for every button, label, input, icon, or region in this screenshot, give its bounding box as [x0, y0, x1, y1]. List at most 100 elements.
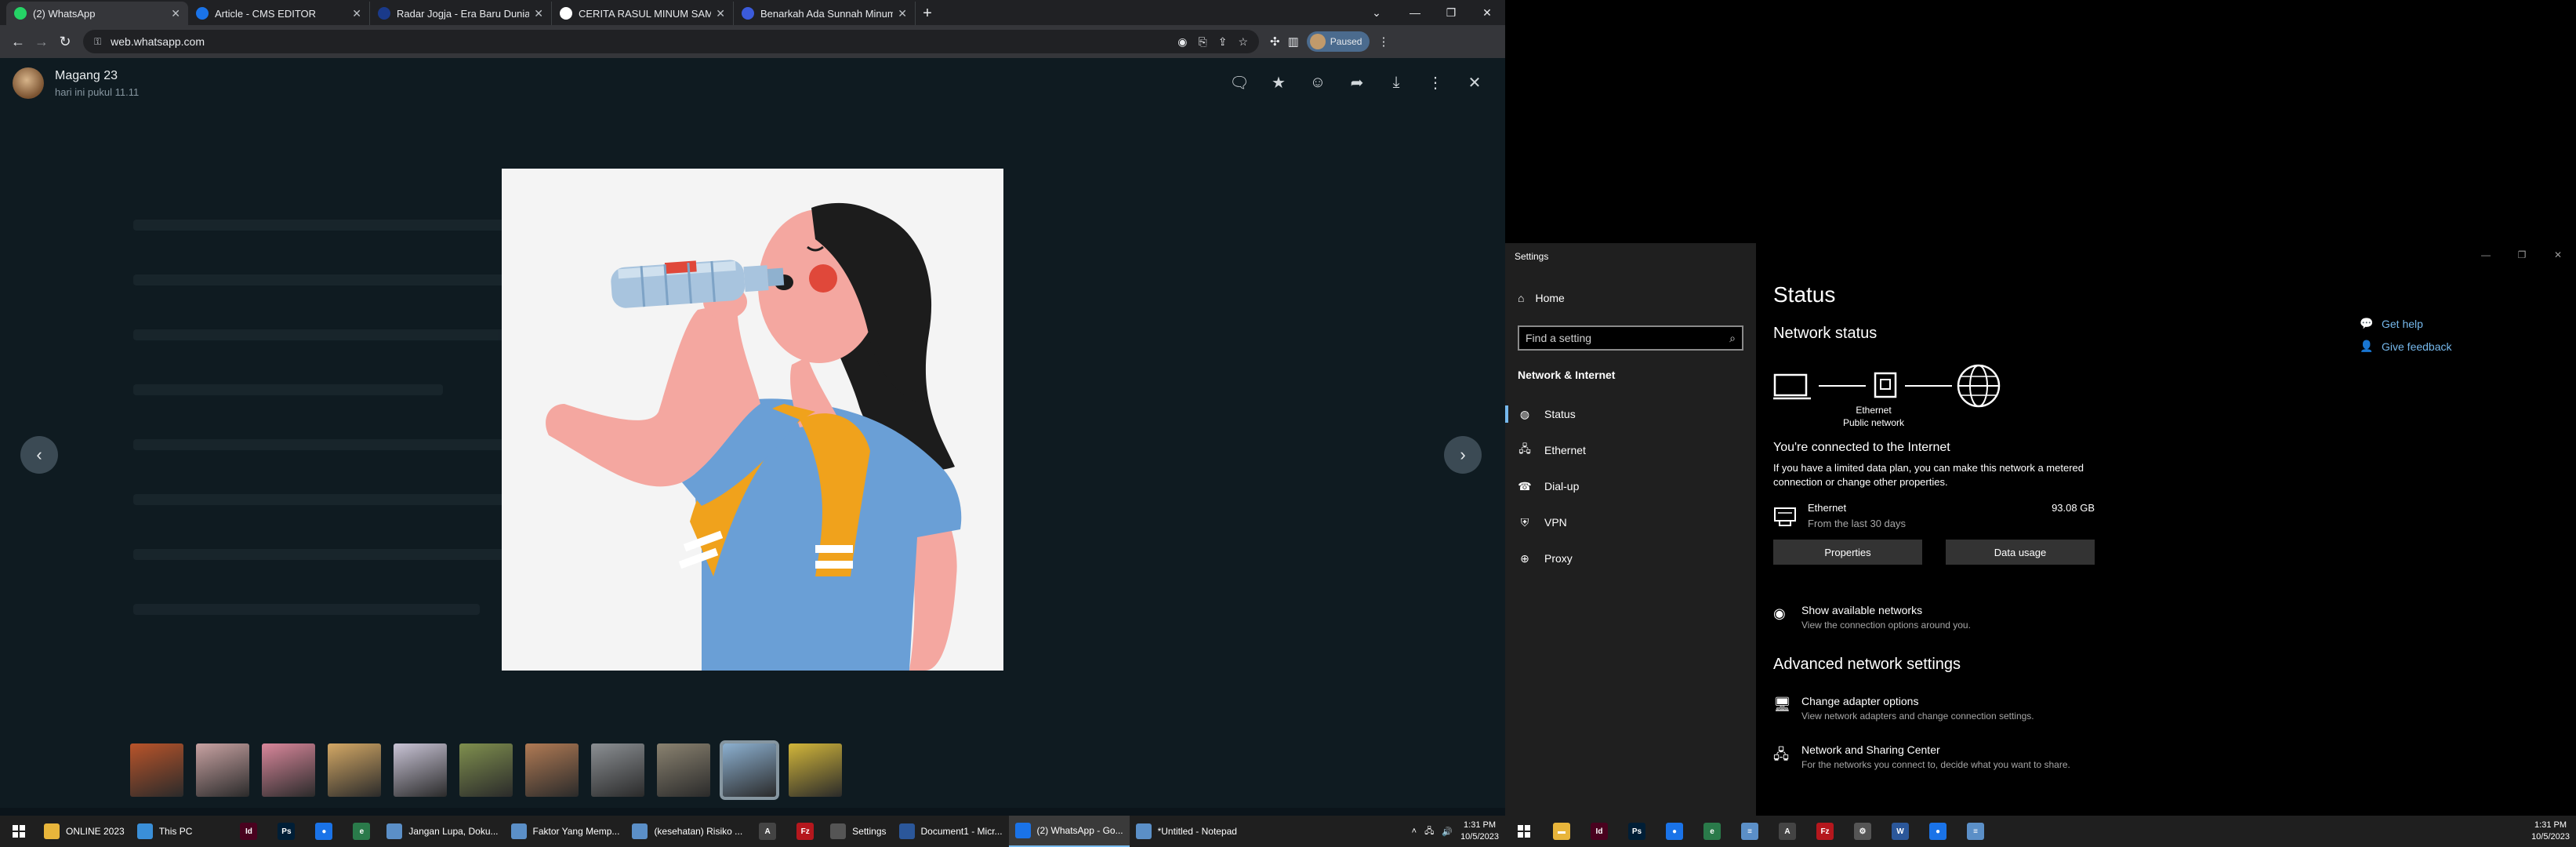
tab-close-icon[interactable]: ✕: [716, 7, 725, 20]
taskbar-pinned-app[interactable]: e: [1693, 816, 1731, 847]
volume-icon[interactable]: 🔊: [1442, 827, 1453, 837]
sharing-center-link[interactable]: 🖧 Network and Sharing Center For the net…: [1773, 743, 2181, 775]
clock[interactable]: 1:31 PM 10/5/2023: [1460, 820, 1499, 843]
taskbar-button[interactable]: ONLINE 2023: [38, 816, 131, 847]
taskbar-pinned-app[interactable]: ●: [1919, 816, 1957, 847]
media-thumbnail[interactable]: [196, 743, 249, 797]
adapter-options-link[interactable]: 🖥 Change adapter options View network ad…: [1773, 695, 2181, 726]
show-hidden-icons[interactable]: ˄: [1412, 827, 1417, 836]
browser-tab[interactable]: (2) WhatsApp ✕: [6, 2, 188, 25]
media-thumbnail[interactable]: [459, 743, 513, 797]
tab-close-icon[interactable]: ✕: [171, 7, 180, 20]
taskbar-pinned-app[interactable]: A: [749, 816, 786, 847]
taskbar-pinned-app[interactable]: A: [1769, 816, 1806, 847]
nav-item-dial-up[interactable]: ☎ Dial-up: [1505, 468, 1756, 504]
taskbar-pinned-app[interactable]: ≡: [1731, 816, 1769, 847]
previous-media-button[interactable]: ‹: [20, 436, 58, 474]
extensions-icon[interactable]: ✣: [1270, 35, 1280, 49]
taskbar-pinned-app[interactable]: Id: [1580, 816, 1618, 847]
minimize-button[interactable]: —: [1397, 0, 1433, 25]
tab-close-icon[interactable]: ✕: [352, 7, 361, 20]
reload-button[interactable]: ↻: [53, 30, 77, 53]
taskbar-button[interactable]: (kesehatan) Risiko ...: [626, 816, 749, 847]
taskbar-button[interactable]: Jangan Lupa, Doku...: [380, 816, 504, 847]
taskbar-button[interactable]: *Untitled - Notepad: [1130, 816, 1243, 847]
forward-icon[interactable]: ➦: [1347, 72, 1367, 93]
side-panel-icon[interactable]: ▥: [1288, 35, 1299, 49]
taskbar-pinned-app[interactable]: e: [343, 816, 380, 847]
avatar[interactable]: [13, 67, 44, 99]
site-info-icon[interactable]: ⚿: [94, 36, 101, 48]
address-bar[interactable]: ⚿ web.whatsapp.com ◉ ⎘ ⇪ ☆: [83, 30, 1259, 53]
minimize-button[interactable]: —: [2468, 243, 2504, 267]
media-thumbnail[interactable]: [130, 743, 183, 797]
taskbar-pinned-app[interactable]: ●: [1656, 816, 1693, 847]
tab-search-icon[interactable]: ⌄: [1366, 3, 1388, 22]
taskbar-pinned-app[interactable]: Fz: [1806, 816, 1844, 847]
nav-item-ethernet[interactable]: 🖧 Ethernet: [1505, 432, 1756, 468]
taskbar-button[interactable]: Document1 - Micr...: [893, 816, 1009, 847]
media-thumbnail[interactable]: [657, 743, 710, 797]
taskbar-button[interactable]: This PC: [131, 816, 199, 847]
taskbar-pinned-app[interactable]: W: [1881, 816, 1919, 847]
translate-icon[interactable]: ⎘: [1199, 35, 1207, 49]
next-media-button[interactable]: ›: [1444, 436, 1482, 474]
taskbar-pinned-app[interactable]: Id: [230, 816, 267, 847]
nav-item-vpn[interactable]: ⛨ VPN: [1505, 504, 1756, 540]
media-thumbnail[interactable]: [591, 743, 644, 797]
taskbar-pinned-app[interactable]: Ps: [1618, 816, 1656, 847]
browser-tab[interactable]: CERITA RASUL MINUM SAMBIL B ✕: [552, 2, 734, 25]
chrome-menu-icon[interactable]: ⋮: [1377, 35, 1389, 49]
taskbar-button[interactable]: (2) WhatsApp - Go...: [1008, 816, 1130, 847]
taskbar-pinned-app[interactable]: ≡: [1957, 816, 1994, 847]
network-icon[interactable]: 🖧: [1424, 824, 1434, 839]
get-help-link[interactable]: 💬 Get help: [2360, 317, 2452, 330]
media-thumbnail[interactable]: [328, 743, 381, 797]
bookmark-star-icon[interactable]: ☆: [1238, 35, 1248, 49]
taskbar-pinned-app[interactable]: Fz: [786, 816, 824, 847]
star-icon[interactable]: ★: [1268, 72, 1289, 93]
nav-item-proxy[interactable]: ⊕ Proxy: [1505, 540, 1756, 576]
nav-item-status[interactable]: ◍ Status: [1505, 396, 1756, 432]
download-icon[interactable]: ⤓: [1386, 72, 1406, 93]
close-icon[interactable]: ✕: [1464, 72, 1485, 93]
share-icon[interactable]: ⇪: [1218, 35, 1228, 49]
clock[interactable]: 1:31 PM 10/5/2023: [2531, 820, 2570, 843]
taskbar-pinned-app[interactable]: ●: [305, 816, 343, 847]
start-button[interactable]: [1505, 816, 1543, 847]
react-icon[interactable]: ☺: [1308, 72, 1328, 93]
browser-tab[interactable]: Benarkah Ada Sunnah Minum Ai ✕: [734, 2, 916, 25]
go-to-message-icon[interactable]: 🗨: [1229, 72, 1250, 93]
give-feedback-link[interactable]: 👤 Give feedback: [2360, 340, 2451, 353]
more-options-icon[interactable]: ⋮: [1425, 72, 1446, 93]
home-nav[interactable]: ⌂ Home: [1518, 292, 1565, 304]
profile-button[interactable]: Paused: [1306, 31, 1370, 52]
new-tab-button[interactable]: +: [916, 2, 939, 25]
google-lens-icon[interactable]: ◉: [1177, 35, 1187, 49]
maximize-button[interactable]: ❐: [1433, 0, 1469, 25]
close-window-button[interactable]: ✕: [1469, 0, 1505, 25]
media-thumbnail[interactable]: [262, 743, 315, 797]
data-usage-button[interactable]: Data usage: [1946, 540, 2095, 565]
maximize-button[interactable]: ❐: [2504, 243, 2540, 267]
taskbar-pinned-app[interactable]: Ps: [267, 816, 305, 847]
start-button[interactable]: [0, 816, 38, 847]
browser-tab[interactable]: Article - CMS EDITOR ✕: [188, 2, 370, 25]
taskbar-pinned-app[interactable]: ⚙: [1844, 816, 1881, 847]
media-thumbnail[interactable]: [789, 743, 842, 797]
tab-close-icon[interactable]: ✕: [534, 7, 543, 20]
show-networks-link[interactable]: ◉ Show available networks View the conne…: [1773, 604, 2181, 635]
browser-tab[interactable]: Radar Jogja - Era Baru Dunia Dig ✕: [370, 2, 552, 25]
taskbar-button[interactable]: Settings: [824, 816, 892, 847]
back-button[interactable]: ←: [6, 30, 30, 53]
media-thumbnail[interactable]: [525, 743, 579, 797]
tab-close-icon[interactable]: ✕: [898, 7, 907, 20]
close-window-button[interactable]: ✕: [2540, 243, 2576, 267]
properties-button[interactable]: Properties: [1773, 540, 1922, 565]
taskbar-button[interactable]: Faktor Yang Memp...: [505, 816, 626, 847]
forward-button[interactable]: →: [30, 30, 53, 53]
taskbar-pinned-app[interactable]: ▬: [1543, 816, 1580, 847]
media-thumbnail[interactable]: [720, 740, 779, 800]
media-thumbnail[interactable]: [394, 743, 447, 797]
find-setting-input[interactable]: Find a setting ⌕: [1518, 325, 1743, 351]
